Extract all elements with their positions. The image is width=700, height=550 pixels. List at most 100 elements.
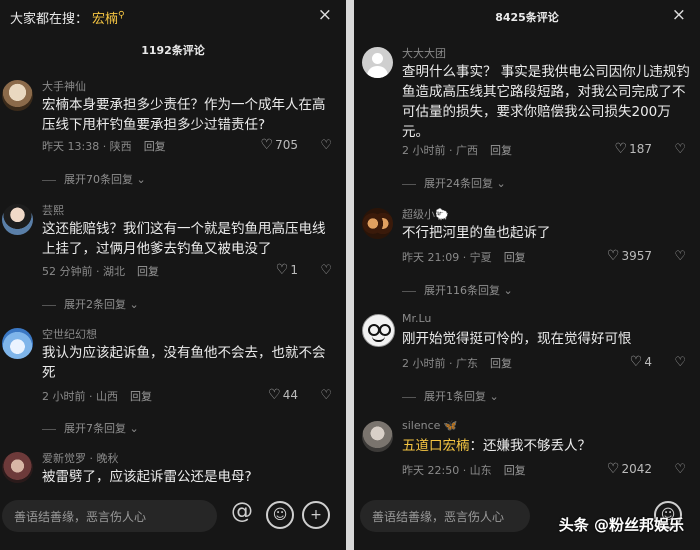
dislike-icon[interactable]: ♡ [320, 388, 332, 403]
comment-item: 超级小🐑 不行把河里的鱼也起诉了 昨天 21:09 · 宁夏 回复 ♡ 3957 ♡… [354, 206, 700, 301]
chevron-down-icon: ⌄ [129, 422, 139, 435]
avatar[interactable] [362, 421, 393, 452]
comment-meta: 52 分钟前 · 湖北 回复 [42, 263, 159, 279]
comment-username[interactable]: 爱新觉罗 · 晚秋 [42, 450, 119, 466]
dislike-icon[interactable]: ♡ [674, 142, 686, 157]
comment-time: 昨天 13:38 · 陕西 [42, 140, 132, 153]
comment-input-bar: 善语结善缘，恶言伤人心 @ ☺ + [0, 500, 346, 550]
reply-button[interactable]: 回复 [490, 144, 512, 157]
chevron-down-icon: ⌄ [489, 390, 499, 403]
comment-meta: 2 小时前 · 广东 回复 [402, 355, 512, 371]
input-placeholder: 善语结善缘，恶言伤人心 [14, 510, 147, 524]
chevron-down-icon: ⌄ [503, 284, 513, 297]
expand-replies-label: 展开116条回复 [424, 284, 500, 297]
heart-icon: ♡ [606, 461, 620, 477]
avatar[interactable] [2, 328, 33, 359]
chevron-down-icon: ⌄ [129, 298, 139, 311]
avatar[interactable] [362, 314, 395, 347]
heart-icon: ♡ [268, 387, 281, 403]
comment-username[interactable]: Mr.Lu [402, 312, 431, 325]
like-count: 705 [275, 138, 298, 152]
divider [42, 304, 56, 306]
expand-replies-label: 展开2条回复 [64, 298, 126, 311]
dislike-icon[interactable]: ♡ [674, 249, 686, 264]
avatar[interactable] [2, 204, 33, 235]
reply-button[interactable]: 回复 [144, 140, 166, 153]
comment-meta: 昨天 21:09 · 宁夏 回复 [402, 249, 526, 265]
comment-time: 昨天 22:50 · 山东 [402, 464, 492, 477]
reply-button[interactable]: 回复 [137, 265, 159, 278]
reply-button[interactable]: 回复 [504, 251, 526, 264]
chevron-down-icon: ⌄ [136, 173, 146, 186]
avatar[interactable] [2, 452, 33, 483]
like-count: 3957 [621, 249, 652, 263]
reply-button[interactable]: 回复 [130, 390, 152, 403]
dislike-icon[interactable]: ♡ [674, 462, 686, 477]
comment-input[interactable]: 善语结善缘，恶言伤人心 [2, 500, 217, 532]
comment-text: 不行把河里的鱼也起诉了 [402, 225, 551, 241]
mention-link[interactable]: 五道口宏楠 [402, 438, 470, 454]
like-button[interactable]: ♡ 3957 [607, 248, 652, 264]
chevron-down-icon: ⌄ [496, 177, 506, 190]
comment-item: 空世纪幻想 我认为应该起诉鱼，没有鱼他不会去，也就不会死 2 小时前 · 山西回… [0, 326, 346, 436]
comment-time: 2 小时前 · 山西 [42, 390, 118, 403]
search-label: 大家都在搜： [10, 12, 89, 27]
comment-text-body: ：还嫌我不够丢人？ [469, 438, 592, 454]
default-avatar-body [367, 66, 388, 78]
expand-replies-button[interactable]: 展开7条回复 ⌄ [42, 420, 139, 436]
cartoon-mouth [372, 336, 385, 342]
like-button[interactable]: ♡ 1 [276, 262, 298, 278]
close-icon[interactable]: × [672, 5, 686, 25]
comment-username[interactable]: 大大大团 [402, 45, 446, 61]
dislike-icon[interactable]: ♡ [320, 138, 332, 153]
reply-button[interactable]: 回复 [504, 464, 526, 477]
comment-meta: 昨天 22:50 · 山东 回复 [402, 462, 526, 478]
expand-replies-button[interactable]: 展开70条回复 ⌄ [42, 171, 146, 187]
comment-time: 2 小时前 · 广东 [402, 357, 478, 370]
comment-count: 1192条评论 [141, 44, 205, 57]
default-avatar-icon [372, 53, 383, 64]
like-button[interactable]: ♡ 705 [261, 137, 298, 153]
expand-replies-label: 展开7条回复 [64, 422, 126, 435]
avatar[interactable] [362, 208, 393, 239]
comment-item: silence 🦋 五道口宏楠：还嫌我不够丢人？ 昨天 22:50 · 山东 回复… [354, 419, 700, 489]
comment-time: 昨天 21:09 · 宁夏 [402, 251, 492, 264]
comment-username[interactable]: 超级小🐑 [402, 206, 449, 222]
expand-replies-button[interactable]: 展开24条回复 ⌄ [402, 175, 506, 191]
avatar[interactable] [2, 80, 33, 111]
like-button[interactable]: ♡ 187 [615, 141, 652, 157]
comment-username[interactable]: silence 🦋 [402, 419, 458, 432]
like-button[interactable]: ♡ 2042 [607, 461, 652, 477]
comment-input[interactable]: 善语结善缘，恶言伤人心 [360, 500, 530, 532]
left-comment-panel: 大家都在搜： 宏楠⚲ × 1192条评论 大手神仙 宏楠本身要承担多少责任？作为一… [0, 0, 346, 550]
emoji-icon[interactable]: ☺ [266, 501, 294, 529]
comment-time: 52 分钟前 · 湖北 [42, 265, 125, 278]
comment-username[interactable]: 空世纪幻想 [42, 326, 97, 342]
comment-meta: 2 小时前 · 山西 回复 [42, 388, 152, 404]
expand-replies-button[interactable]: 展开2条回复 ⌄ [42, 296, 139, 312]
comment-text: 刚开始觉得挺可怜的，现在觉得好可恨 [402, 331, 632, 347]
like-button[interactable]: ♡ 44 [268, 387, 298, 403]
like-count: 2042 [621, 462, 652, 476]
trending-search-bar[interactable]: 大家都在搜： 宏楠⚲ [10, 8, 125, 27]
at-mention-icon[interactable]: @ [230, 501, 254, 525]
search-term-link[interactable]: 宏楠 [92, 12, 118, 27]
comment-username[interactable]: 大手神仙 [42, 78, 86, 94]
comment-text: 五道口宏楠：还嫌我不够丢人？ [402, 436, 694, 456]
close-icon[interactable]: × [318, 5, 332, 25]
comment-item: 爱新觉罗 · 晚秋 被雷劈了，应该起诉雷公还是电母? [0, 450, 346, 500]
add-icon[interactable]: + [302, 501, 330, 529]
reply-button[interactable]: 回复 [490, 357, 512, 370]
avatar[interactable] [362, 47, 393, 78]
expand-replies-button[interactable]: 展开116条回复 ⌄ [402, 282, 513, 298]
expand-replies-label: 展开1条回复 [424, 390, 486, 403]
dislike-icon[interactable]: ♡ [674, 355, 686, 370]
divider [42, 428, 56, 430]
comment-time: 2 小时前 · 广西 [402, 144, 478, 157]
like-button[interactable]: ♡ 4 [630, 354, 652, 370]
heart-icon: ♡ [629, 354, 643, 370]
comment-username[interactable]: 芸熙 [42, 202, 64, 218]
dislike-icon[interactable]: ♡ [320, 263, 332, 278]
comment-item: 大大大团 查明什么事实？ 事实是我供电公司因你儿违规钓鱼造成高压线其它路段短路，… [354, 45, 700, 195]
expand-replies-button[interactable]: 展开1条回复 ⌄ [402, 388, 499, 404]
